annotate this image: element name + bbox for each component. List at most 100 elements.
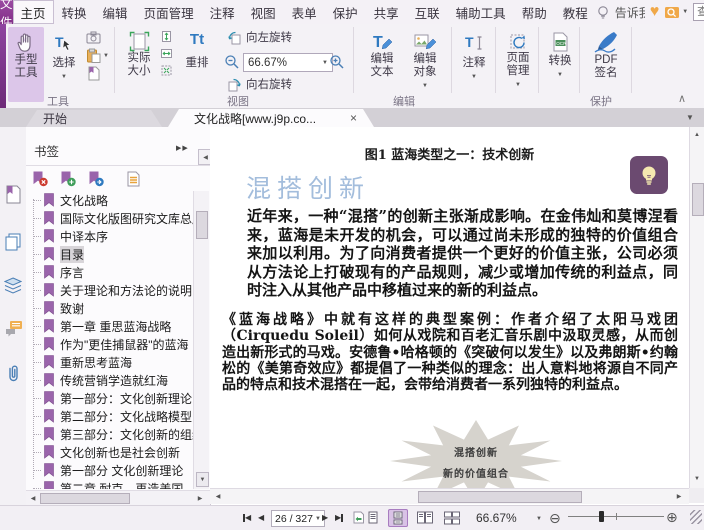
menu-tab-form[interactable]: 表单	[284, 0, 325, 24]
menu-tab-protect[interactable]: 保护	[325, 0, 366, 24]
edit-object-button[interactable]: 编辑对象 ▼	[404, 27, 446, 101]
scroll-down-icon[interactable]: ▼	[196, 472, 209, 487]
clipboard-button[interactable]: ▼	[86, 48, 109, 63]
tab-close-icon[interactable]: ×	[350, 111, 357, 125]
scroll-left-icon[interactable]: ◀	[27, 492, 39, 504]
page-number-field[interactable]: 26 / 327 ▼	[271, 510, 325, 527]
convert-dropdown-icon[interactable]: ▼	[557, 69, 563, 82]
zoom-out-icon[interactable]: ⊖	[549, 510, 561, 527]
bookmark-item[interactable]: 作为"更佳捕鼠器"的蓝海	[26, 335, 193, 353]
previous-page-button[interactable]: ◀	[258, 513, 264, 522]
tab-document-active[interactable]: 文化战略[www.j9p.co... ×	[168, 109, 374, 127]
bookmark-page-button[interactable]	[86, 66, 101, 81]
zoom-level-combobox[interactable]: 66.67% ▼	[243, 53, 333, 72]
select-tool-button[interactable]: T 选择 ▼	[46, 27, 82, 103]
pdf-horizontal-scrollbar[interactable]: ◀ ▶	[210, 488, 689, 504]
next-page-button[interactable]: ▶	[322, 513, 328, 522]
comments-panel-button[interactable]	[4, 320, 23, 338]
bookmark-item[interactable]: 第一部分 文化创新理论	[26, 461, 193, 479]
bookmark-item[interactable]: 第三部分：文化创新的组织	[26, 425, 193, 443]
bookmarks-panel-button[interactable]	[4, 185, 22, 204]
search-folder-icon[interactable]: ▼	[664, 4, 688, 20]
menu-tab-page-management[interactable]: 页面管理	[136, 0, 202, 24]
zoom-out-button[interactable]	[224, 54, 239, 69]
zoom-slider-handle[interactable]	[599, 511, 604, 522]
convert-button[interactable]: OCR 转换 ▼	[542, 27, 578, 102]
fit-width-button[interactable]	[160, 47, 173, 60]
tab-start[interactable]: 开始	[26, 110, 162, 127]
attachments-panel-button[interactable]	[4, 364, 22, 383]
bookmark-horizontal-scrollbar[interactable]: ◀ ▶	[26, 490, 210, 505]
bookmark-item[interactable]: 文化战略	[26, 191, 193, 209]
menu-tab-tutorial[interactable]: 教程	[555, 0, 596, 24]
menu-tab-share[interactable]: 共享	[366, 0, 407, 24]
search-dropdown-icon[interactable]: ▼	[682, 9, 688, 15]
bookmark-item[interactable]: 第一章 重思蓝海战略	[26, 317, 193, 335]
last-page-button[interactable]: ▶	[335, 513, 344, 522]
tell-me-label[interactable]: 告诉我	[615, 4, 645, 21]
file-menu-button[interactable]: 文件	[0, 0, 13, 30]
scrollbar-thumb[interactable]	[692, 183, 704, 216]
scroll-down-icon[interactable]: ▼	[691, 473, 703, 485]
menu-tab-accessibility[interactable]: 辅助工具	[448, 0, 514, 24]
zoom-in-icon[interactable]: ⊕	[666, 509, 678, 526]
facing-layout-button[interactable]	[415, 509, 435, 527]
continuous-facing-layout-button[interactable]	[442, 509, 462, 527]
select-dropdown-icon[interactable]: ▼	[61, 71, 67, 84]
bookmark-item[interactable]: 第二章 耐克，再造美国	[26, 479, 193, 489]
scrollbar-thumb[interactable]	[40, 493, 130, 504]
fit-visible-button[interactable]	[160, 64, 173, 77]
bookmark-item[interactable]: 中译本序	[26, 227, 193, 245]
bookmark-item[interactable]: 第二部分：文化战略模型	[26, 407, 193, 425]
scroll-right-icon[interactable]: ▶	[194, 492, 206, 504]
bookmark-item-selected[interactable]: 目录	[26, 245, 193, 263]
zoom-in-button[interactable]	[329, 54, 344, 69]
comment-button[interactable]: T 注释 ▼	[456, 27, 492, 103]
pdf-page-view[interactable]: 图1 蓝海类型之一：技术创新 混搭创新 近年来，一种“混搭”的创新主张渐成影响。…	[210, 127, 689, 488]
rotate-left-button[interactable]: 向左旋转	[227, 29, 292, 45]
single-page-layout-button[interactable]	[363, 509, 383, 527]
edit-text-button[interactable]: T 编辑文本	[362, 27, 402, 101]
bookmark-item[interactable]: 致谢	[26, 299, 193, 317]
continuous-layout-button[interactable]	[388, 509, 408, 527]
scroll-right-icon[interactable]: ▶	[673, 490, 685, 502]
tell-me-bulb-icon[interactable]	[596, 5, 610, 20]
snapshot-button[interactable]	[86, 30, 101, 45]
bookmark-item[interactable]: 关于理论和方法论的说明	[26, 281, 193, 299]
edit-object-dropdown-icon[interactable]: ▼	[422, 80, 428, 93]
comment-dropdown-icon[interactable]: ▼	[471, 71, 477, 84]
bookmark-item[interactable]: 重新思考蓝海	[26, 353, 193, 371]
resize-grip[interactable]	[690, 510, 702, 524]
pdf-vertical-scrollbar[interactable]: ▲ ▼	[689, 127, 704, 488]
add-bookmark-button[interactable]	[60, 171, 76, 187]
scrollbar-thumb[interactable]	[418, 491, 582, 503]
expand-bookmarks-button[interactable]	[126, 171, 141, 187]
pages-panel-button[interactable]	[4, 233, 22, 251]
menu-tab-edit[interactable]: 编辑	[95, 0, 136, 24]
bookmark-item[interactable]: 序言	[26, 263, 193, 281]
delete-bookmark-button[interactable]	[32, 171, 48, 187]
scroll-left-icon[interactable]: ◀	[212, 490, 224, 502]
rotate-right-button[interactable]: 向右旋转	[227, 76, 292, 92]
menu-tab-home[interactable]: 主页	[12, 0, 54, 24]
page-management-dropdown-icon[interactable]: ▼	[515, 79, 521, 92]
zoom-dropdown-icon[interactable]: ▼	[322, 60, 328, 66]
reflow-button[interactable]: Tt 重排	[178, 27, 216, 103]
goto-bookmark-button[interactable]	[88, 171, 104, 187]
bookmark-item[interactable]: 传统营销学造就红海	[26, 371, 193, 389]
bookmark-item[interactable]: 文化创新也是社会创新	[26, 443, 193, 461]
menu-tab-comment[interactable]: 注释	[202, 0, 243, 24]
panel-expand-icon[interactable]: ▶▶	[176, 144, 189, 152]
layers-panel-button[interactable]	[4, 277, 22, 295]
tab-list-dropdown-icon[interactable]: ▼	[686, 113, 694, 122]
page-dropdown-icon[interactable]: ▼	[315, 516, 321, 522]
clipboard-dropdown-icon[interactable]: ▼	[103, 53, 109, 59]
menu-tab-convert[interactable]: 转换	[54, 0, 95, 24]
menu-tab-view[interactable]: 视图	[243, 0, 284, 24]
page-management-button[interactable]: 页面管理 ▼	[499, 27, 537, 102]
zoom-dropdown-icon[interactable]: ▼	[536, 516, 542, 522]
bookmark-item[interactable]: 国际文化版图研究文库总序	[26, 209, 193, 227]
menu-tab-connect[interactable]: 互联	[407, 0, 448, 24]
pdf-sign-button[interactable]: PDF签名	[583, 27, 629, 100]
bookmark-item[interactable]: 第一部分：文化创新理论	[26, 389, 193, 407]
